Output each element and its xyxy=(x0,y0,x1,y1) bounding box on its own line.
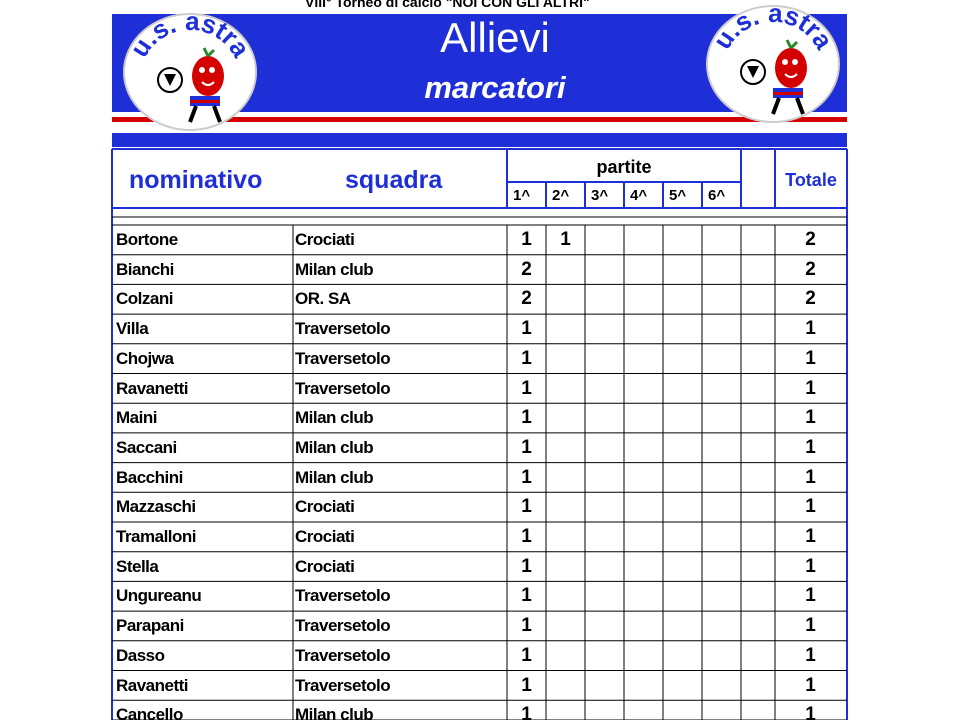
match-header-6: 6^ xyxy=(708,187,726,204)
scorer-name: Ravanetti xyxy=(116,675,189,695)
scorer-team: Crociati xyxy=(295,556,355,576)
scorer-name: Villa xyxy=(116,319,149,339)
total-goals: 1 xyxy=(805,407,816,429)
total-goals: 1 xyxy=(805,674,816,696)
match-goals-1: 2 xyxy=(521,258,532,280)
scorer-name: Parapani xyxy=(116,616,184,636)
scorer-name: Stella xyxy=(116,556,159,576)
scorer-name: Chojwa xyxy=(116,348,174,368)
scorer-name: Bacchini xyxy=(116,467,183,487)
scorer-name: Cancello xyxy=(116,705,183,725)
total-goals: 1 xyxy=(805,555,816,577)
scorer-team: Crociati xyxy=(295,527,355,546)
match-goals-1: 1 xyxy=(521,496,532,518)
scorer-name: Mazzaschi xyxy=(116,497,196,517)
scorer-team: Traversetolo xyxy=(295,378,391,398)
match-goals-1: 2 xyxy=(521,288,532,310)
match-goals-1: 1 xyxy=(521,526,532,547)
total-goals: 1 xyxy=(805,526,816,547)
scorer-team: OR. SA xyxy=(295,289,351,309)
scorer-name: Bianchi xyxy=(116,259,174,279)
scorer-team: Traversetolo xyxy=(295,586,391,606)
match-header-1: 1^ xyxy=(513,187,531,204)
scorer-name: Maini xyxy=(116,408,157,428)
match-goals-1: 1 xyxy=(521,407,532,429)
scorer-name: Bortone xyxy=(116,230,178,249)
scorer-name: Tramalloni xyxy=(116,527,197,546)
total-goals: 1 xyxy=(805,644,816,666)
total-goals: 1 xyxy=(805,436,816,458)
match-goals-1: 1 xyxy=(521,644,532,666)
scorer-team: Milan club xyxy=(295,437,374,457)
match-goals-1: 1 xyxy=(521,436,532,458)
match-goals-1: 1 xyxy=(521,615,532,637)
column-header-name: nominativo xyxy=(129,166,263,194)
scorer-team: Crociati xyxy=(295,497,355,517)
scorer-team: Traversetolo xyxy=(295,348,391,368)
total-goals: 1 xyxy=(805,377,816,399)
column-header-team: squadra xyxy=(345,166,443,194)
match-goals-1: 1 xyxy=(521,674,532,696)
scorer-team: Milan club xyxy=(295,705,374,725)
total-goals: 1 xyxy=(805,466,816,488)
total-goals: 1 xyxy=(805,615,816,637)
total-goals: 2 xyxy=(805,288,816,310)
total-goals: 2 xyxy=(805,229,816,250)
match-goals-1: 1 xyxy=(521,318,532,340)
scorer-team: Traversetolo xyxy=(295,319,391,339)
match-goals-1: 1 xyxy=(521,229,532,250)
match-header-2: 2^ xyxy=(552,187,570,204)
scorer-team: Crociati xyxy=(295,230,355,249)
match-goals-1: 1 xyxy=(521,585,532,607)
scorer-team: Traversetolo xyxy=(295,675,391,695)
scorer-name: Ravanetti xyxy=(116,378,189,398)
match-goals-1: 1 xyxy=(521,377,532,399)
match-goals-1: 1 xyxy=(521,347,532,369)
match-header-4: 4^ xyxy=(630,187,648,204)
total-goals: 1 xyxy=(805,347,816,369)
match-goals-2: 1 xyxy=(560,229,571,250)
match-goals-1: 1 xyxy=(521,555,532,577)
column-header-total: Totale xyxy=(785,170,837,190)
scorer-name: Saccani xyxy=(116,437,177,457)
total-goals: 1 xyxy=(805,704,816,726)
match-goals-1: 1 xyxy=(521,704,532,726)
scorer-name: Ungureanu xyxy=(116,586,202,606)
scorer-name: Dasso xyxy=(116,645,165,665)
total-goals: 2 xyxy=(805,258,816,280)
total-goals: 1 xyxy=(805,496,816,518)
scorer-name: Colzani xyxy=(116,289,173,309)
match-header-3: 3^ xyxy=(591,187,609,204)
total-goals: 1 xyxy=(805,585,816,607)
scorer-team: Traversetolo xyxy=(295,616,391,636)
column-header-matches: partite xyxy=(596,157,652,177)
scorer-team: Milan club xyxy=(295,408,374,428)
total-goals: 1 xyxy=(805,318,816,340)
scorer-team: Milan club xyxy=(295,467,374,487)
match-header-5: 5^ xyxy=(669,187,687,204)
scorer-team: Milan club xyxy=(295,259,374,279)
scorer-team: Traversetolo xyxy=(295,645,391,665)
match-goals-1: 1 xyxy=(521,466,532,488)
